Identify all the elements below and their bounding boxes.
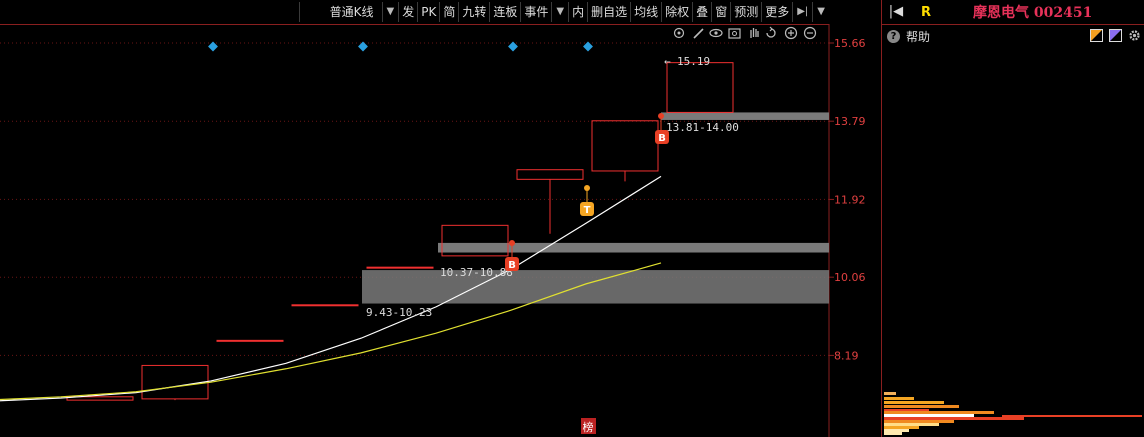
reset-icon[interactable]: [766, 26, 776, 38]
t-marker-text: T: [584, 205, 591, 216]
profile-bar: [884, 411, 994, 414]
b-marker-dot-2: [509, 240, 515, 246]
toolbar-item-inner[interactable]: 内: [568, 2, 587, 22]
draw-pen-icon[interactable]: [693, 28, 704, 39]
zone-band: [661, 112, 829, 120]
profile-bar: [884, 420, 954, 423]
settings-icon[interactable]: [673, 27, 685, 39]
zone-label-mid: 10.37-10.88: [440, 266, 513, 279]
toolbar-item-overlay[interactable]: 叠: [692, 2, 711, 22]
b-marker-dot: [658, 113, 664, 119]
price-tick-label: 13.79: [834, 115, 866, 128]
rank-tag-text: 榜: [583, 420, 594, 434]
candle[interactable]: [141, 364, 209, 400]
profile-bar: [884, 432, 902, 435]
candles-layer: [66, 62, 734, 401]
candle[interactable]: [516, 169, 584, 180]
b-marker-top-text: B: [658, 133, 666, 144]
profile-bar: [884, 397, 914, 400]
price-tick-label: 11.92: [834, 193, 866, 206]
b-marker-mid-text: B: [508, 260, 516, 271]
chevron-down-icon[interactable]: ▼: [381, 2, 399, 22]
high-price-label: 15.19: [677, 55, 710, 68]
t-marker-dot: [584, 185, 590, 191]
kline-chart[interactable]: 15.66 13.79 11.92 10.06 8.19 ← 15.19 13.81-1…: [0, 24, 881, 437]
toolbar-item-nine-turn[interactable]: 九转: [458, 2, 489, 22]
right-panel: |◀ R 摩恩电气 002451 ? 帮助: [881, 0, 1144, 437]
price-tick-label: 10.06: [834, 271, 866, 284]
more-chevron-icon[interactable]: ▼: [812, 2, 829, 22]
price-tick-label: 8.19: [834, 349, 859, 362]
candle[interactable]: [366, 266, 434, 269]
profile-bar: [884, 423, 939, 426]
candle[interactable]: [291, 304, 359, 307]
zone-band: [362, 270, 829, 304]
zone-band: [438, 242, 829, 253]
toolbar-item-ma[interactable]: 均线: [630, 2, 661, 22]
toolbar-item-pk[interactable]: PK: [417, 2, 439, 22]
chart-tools: [673, 26, 817, 40]
toolbar-item-window[interactable]: 窗: [711, 2, 730, 22]
candle[interactable]: [591, 120, 659, 172]
events-chevron-icon[interactable]: ▼: [551, 2, 568, 22]
hand-icon[interactable]: [750, 28, 759, 38]
profile-bar: [1002, 415, 1142, 417]
profile-bar: [884, 429, 909, 432]
profile-bar: [884, 414, 974, 417]
zone-label-low: 9.43-10.23: [366, 306, 432, 319]
toolbar-item-forecast[interactable]: 预测: [730, 2, 761, 22]
profile-bar: [884, 392, 896, 395]
profile-bar: [884, 426, 919, 429]
candle[interactable]: [666, 62, 734, 113]
toolbar-item-fa[interactable]: 发: [398, 2, 417, 22]
profile-bar: [884, 401, 944, 404]
expand-right-icon[interactable]: ▶|: [792, 2, 812, 22]
toolbar-item-remove-watch[interactable]: 删自选: [587, 2, 630, 22]
toolbar-item-events[interactable]: 事件: [520, 2, 551, 22]
zones-layer: [362, 112, 829, 304]
candle[interactable]: [216, 339, 284, 342]
zoom-in-icon[interactable]: [784, 26, 798, 40]
price-axis: 15.66 13.79 11.92 10.06 8.19: [829, 37, 866, 362]
eye-icon[interactable]: [709, 28, 723, 38]
price-tick-label: 15.66: [834, 37, 866, 50]
chart-type-select[interactable]: 普通K线: [298, 2, 382, 22]
volume-profile: [884, 392, 1142, 435]
chart-toolbar: 普通K线 ▼ 发 PK 简 九转 连板 事件 ▼ 内 删自选 均线 除权 叠 窗…: [0, 0, 829, 25]
zone-label-top: 13.81-14.00: [666, 121, 739, 134]
toolbar-item-ex-rights[interactable]: 除权: [661, 2, 692, 22]
profile-bar: [884, 417, 1024, 420]
camera-icon[interactable]: [728, 28, 741, 39]
zoom-out-icon[interactable]: [803, 26, 817, 40]
high-price-arrow: ←: [664, 55, 671, 68]
toolbar-item-more[interactable]: 更多: [761, 2, 792, 22]
toolbar-item-limit-up[interactable]: 连板: [489, 2, 520, 22]
profile-bar: [884, 405, 959, 408]
toolbar-item-simple[interactable]: 简: [439, 2, 458, 22]
event-diamond[interactable]: [358, 41, 368, 52]
